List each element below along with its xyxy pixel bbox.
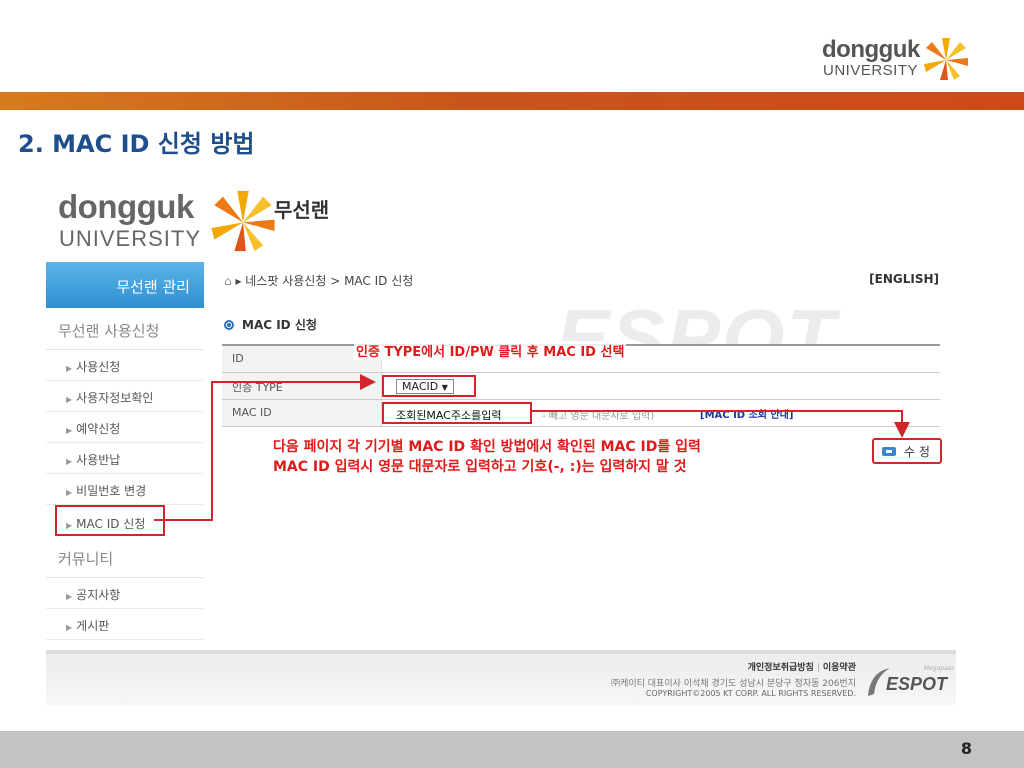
- slide-title: 2. MAC ID 신청 방법: [18, 130, 255, 158]
- page-number: 8: [960, 739, 972, 758]
- annotation-arrows: [154, 374, 910, 521]
- arrow-sidebar-to-auth: [154, 374, 376, 521]
- slide-footer-bar: 8: [0, 731, 1024, 768]
- slide-logo-word2: UNIVERSITY: [823, 62, 919, 79]
- header-bar: [0, 92, 1024, 110]
- slide-logo-word1: dongguk: [822, 36, 920, 63]
- website-screenshot: ESPOT dongguk UNIVERSITY 무선랜 무선랜 관리 무선랜 …: [46, 180, 956, 705]
- starburst-icon: [924, 38, 968, 80]
- arrow-input-to-edit: [532, 410, 910, 438]
- slide-logo: dongguk UNIVERSITY: [822, 36, 972, 84]
